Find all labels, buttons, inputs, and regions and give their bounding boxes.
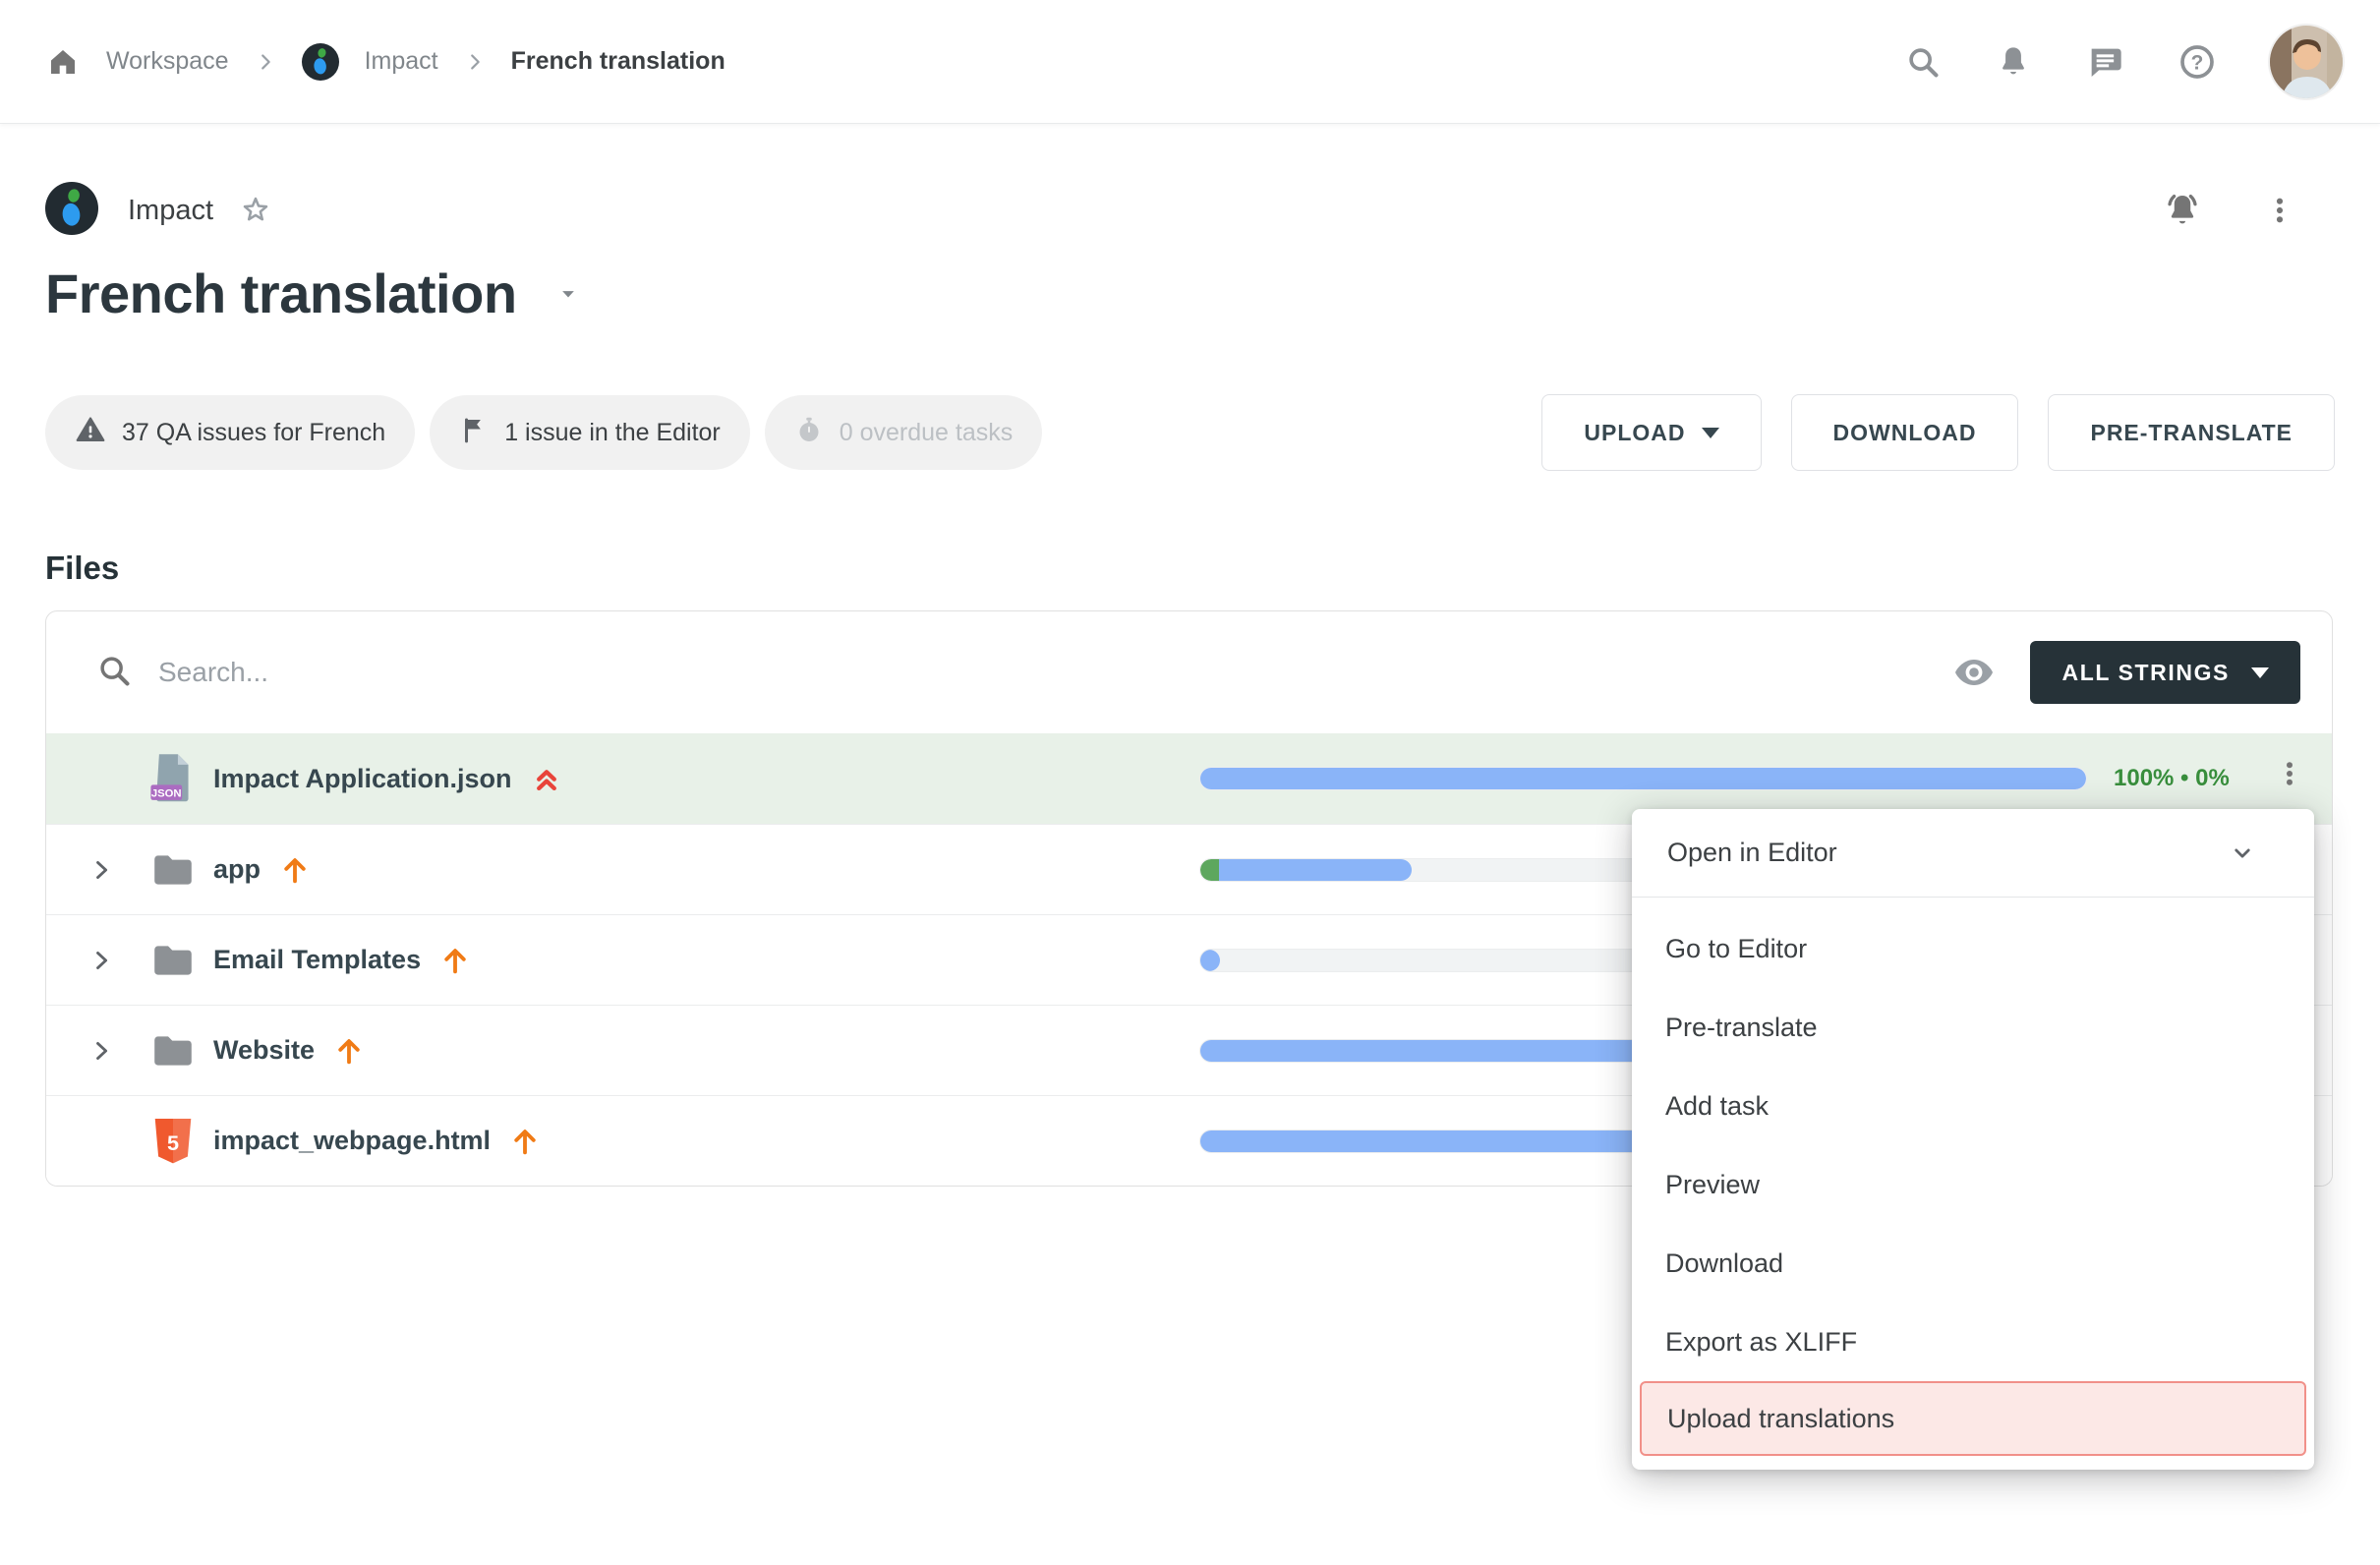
timer-icon	[794, 415, 824, 451]
bell-icon[interactable]	[1995, 43, 2032, 81]
breadcrumb-current-page: French translation	[511, 47, 726, 76]
menu-item-open-in-editor[interactable]: Open in Editor	[1632, 809, 2314, 898]
search-icon[interactable]	[1904, 43, 1942, 81]
page-title: French translation	[45, 261, 517, 325]
menu-item-pre-translate[interactable]: Pre-translate	[1632, 988, 2314, 1067]
breadcrumb-impact[interactable]: Impact	[365, 47, 438, 76]
priority-highest-icon	[530, 762, 563, 795]
progress-segment-blue	[1200, 768, 2086, 789]
folder-name: Email Templates	[213, 945, 421, 975]
flag-icon	[459, 415, 489, 451]
help-icon[interactable]: ?	[2177, 42, 2217, 82]
svg-text:?: ?	[2191, 51, 2204, 74]
all-strings-filter-button[interactable]: ALL STRINGS	[2030, 641, 2300, 704]
priority-high-icon	[278, 853, 312, 887]
progress-bar	[1199, 767, 2087, 790]
menu-item-export-as-xliff[interactable]: Export as XLIFF	[1632, 1303, 2314, 1381]
chip-overdue-tasks[interactable]: 0 overdue tasks	[765, 395, 1043, 470]
caret-down-icon	[2251, 667, 2269, 678]
expand-chevron-icon[interactable]	[80, 1037, 123, 1065]
chip-qa-issues[interactable]: 37 QA issues for French	[45, 395, 415, 470]
impact-logo	[45, 182, 98, 240]
expand-chevron-icon[interactable]	[80, 856, 123, 884]
impact-logo-small[interactable]	[302, 43, 339, 81]
eye-icon[interactable]	[1951, 650, 1997, 695]
topbar: Workspace Impact French translation ?	[0, 0, 2380, 124]
title-dropdown-caret-icon[interactable]	[554, 280, 582, 308]
file-context-menu: Open in Editor Go to Editor Pre-translat…	[1632, 809, 2314, 1470]
translation-stats: 100% • 0%	[2114, 765, 2230, 792]
search-input[interactable]	[158, 657, 1951, 688]
menu-item-preview[interactable]: Preview	[1632, 1145, 2314, 1224]
folder-icon	[148, 1031, 198, 1071]
chip-label: 37 QA issues for French	[122, 419, 385, 447]
priority-high-icon	[332, 1034, 366, 1068]
status-chips: 37 QA issues for French 1 issue in the E…	[45, 395, 1042, 470]
file-name: impact_webpage.html	[213, 1126, 491, 1156]
home-icon[interactable]	[45, 44, 81, 80]
progress-segment-blue	[1200, 950, 1220, 971]
breadcrumb: Workspace Impact French translation	[45, 43, 726, 81]
download-button[interactable]: DOWNLOAD	[1791, 394, 2019, 471]
star-icon[interactable]	[239, 194, 272, 227]
warning-icon	[75, 414, 106, 452]
chevron-right-icon	[464, 51, 486, 73]
menu-item-download[interactable]: Download	[1632, 1224, 2314, 1303]
menu-list: Go to Editor Pre-translate Add task Prev…	[1632, 898, 2314, 1456]
html-file-icon: 5	[148, 1116, 198, 1167]
project-name: Impact	[128, 195, 213, 227]
folder-icon	[148, 850, 198, 890]
chevron-down-icon	[2228, 839, 2257, 868]
files-search-row: ALL STRINGS	[46, 611, 2332, 733]
avatar[interactable]	[2270, 26, 2343, 98]
menu-item-add-task[interactable]: Add task	[1632, 1067, 2314, 1145]
file-name: Impact Application.json	[213, 764, 512, 794]
chip-label: 0 overdue tasks	[840, 419, 1014, 447]
folder-name: Website	[213, 1035, 315, 1066]
row-kebab-menu-icon[interactable]	[2275, 759, 2304, 793]
svg-text:5: 5	[167, 1130, 179, 1154]
priority-high-icon	[508, 1125, 542, 1158]
project-header: Impact	[45, 183, 2335, 238]
menu-item-upload-translations[interactable]: Upload translations	[1640, 1381, 2306, 1456]
chip-editor-issues[interactable]: 1 issue in the Editor	[430, 395, 750, 470]
chip-label: 1 issue in the Editor	[504, 419, 721, 447]
pre-translate-button[interactable]: PRE-TRANSLATE	[2048, 394, 2335, 471]
progress-segment-blue	[1219, 859, 1412, 881]
priority-high-icon	[438, 944, 472, 977]
json-file-icon: JSON	[148, 752, 198, 805]
svg-text:JSON: JSON	[151, 787, 182, 799]
breadcrumb-workspace[interactable]: Workspace	[106, 47, 229, 76]
chat-icon[interactable]	[2085, 42, 2124, 82]
progress-segment-green	[1200, 859, 1219, 881]
chevron-right-icon	[255, 51, 276, 73]
folder-name: app	[213, 854, 261, 885]
folder-icon	[148, 941, 198, 980]
search-icon	[95, 652, 133, 694]
expand-chevron-icon[interactable]	[80, 947, 123, 974]
kebab-menu-icon[interactable]	[2264, 195, 2295, 226]
notifications-active-icon[interactable]	[2162, 190, 2203, 231]
upload-button[interactable]: UPLOAD	[1541, 394, 1761, 471]
files-heading: Files	[45, 550, 2335, 587]
menu-item-go-to-editor[interactable]: Go to Editor	[1632, 909, 2314, 988]
caret-down-icon	[1702, 428, 1719, 438]
